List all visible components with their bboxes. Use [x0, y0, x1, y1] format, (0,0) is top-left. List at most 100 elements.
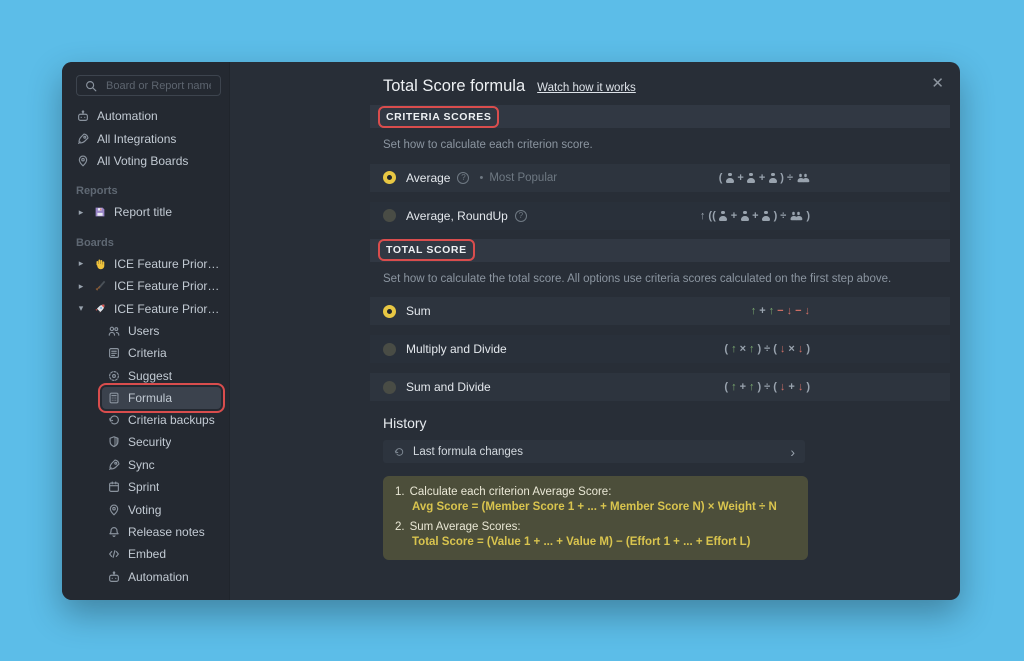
- radio-unselected-icon[interactable]: [383, 343, 396, 356]
- sidebar-item-label: Criteria: [128, 346, 167, 360]
- formula-text: ): [806, 210, 810, 222]
- option-formula: (++)÷: [719, 172, 810, 184]
- option-row-average[interactable]: Average?•Most Popular(++)÷: [370, 164, 950, 192]
- board-search[interactable]: [76, 75, 221, 96]
- down-arrow-icon: ↓: [780, 343, 786, 355]
- sidebar-item-automation[interactable]: Automation: [76, 105, 221, 127]
- sidebar-section-reports: Reports: [76, 181, 221, 201]
- option-formula: (↑×↑)÷(↓×↓): [724, 343, 810, 355]
- backups-icon: [107, 413, 121, 427]
- sidebar-item-label: Sprint: [128, 480, 159, 494]
- option-label: Average: [406, 171, 450, 185]
- note-formula: Avg Score = (Member Score 1 + ... + Memb…: [412, 500, 796, 515]
- person-icon: [747, 173, 756, 183]
- sidebar-item-release-notes[interactable]: Release notes: [107, 521, 221, 543]
- sidebar-item-automation[interactable]: Automation: [107, 566, 221, 588]
- sidebar-item-label: ICE Feature Prioritie...: [114, 257, 221, 271]
- radio-unselected-icon[interactable]: [383, 209, 396, 222]
- sidebar-item-voting[interactable]: Voting: [107, 498, 221, 520]
- page-title: Total Score formula: [383, 77, 525, 96]
- note-formula: Total Score = (Value 1 + ... + Value M) …: [412, 535, 796, 550]
- help-icon[interactable]: ?: [515, 210, 527, 222]
- sidebar-item-label: ICE Feature Prioritie...: [114, 279, 221, 293]
- sidebar-item-users[interactable]: Users: [107, 320, 221, 342]
- sidebar-item-ice-feature-prioritie[interactable]: ▾ICE Feature Prioritie...: [76, 297, 221, 319]
- formula-text: ): [774, 210, 778, 222]
- sidebar-item-label: Formula: [128, 391, 172, 405]
- sidebar-item-embed[interactable]: Embed: [107, 543, 221, 565]
- formula-text: ÷: [787, 172, 793, 184]
- suggest-icon: [107, 369, 121, 383]
- radio-selected-icon[interactable]: [383, 171, 396, 184]
- sidebar-item-all-voting-boards[interactable]: All Voting Boards: [76, 150, 221, 172]
- sidebar-item-sync[interactable]: Sync: [107, 454, 221, 476]
- formula-text: ÷: [780, 210, 786, 222]
- formula-text: ): [758, 343, 762, 355]
- note-number: 2.: [395, 520, 405, 535]
- help-icon[interactable]: ?: [457, 172, 469, 184]
- sidebar-item-label: Suggest: [128, 369, 172, 383]
- formula-text: +: [788, 381, 794, 393]
- up-arrow-icon: ↑: [731, 343, 737, 355]
- sidebar-item-label: Criteria backups: [128, 413, 215, 427]
- sidebar-item-formula[interactable]: Formula: [102, 387, 221, 409]
- option-label: Sum: [406, 304, 431, 318]
- sidebar-item-ice-feature-prioritie[interactable]: ▸ ICE Feature Prioritie...: [76, 275, 221, 297]
- option-label: Multiply and Divide: [406, 342, 507, 356]
- sidebar-item-sprint[interactable]: Sprint: [107, 476, 221, 498]
- option-formula: ↑+↑−↓−↓: [751, 305, 810, 317]
- sidebar: Automation All Integrations All Voting Boa…: [62, 62, 230, 600]
- sidebar-item-label: All Integrations: [97, 132, 176, 146]
- formula-text: ): [780, 172, 784, 184]
- section-header-total-score: TOTAL SCORE: [370, 239, 950, 262]
- option-row-average-roundup[interactable]: Average, RoundUp? ↑((++)÷): [370, 202, 950, 230]
- history-title: History: [383, 415, 950, 431]
- sidebar-item-label: All Voting Boards: [97, 154, 188, 168]
- sidebar-item-all-integrations[interactable]: All Integrations: [76, 127, 221, 149]
- sidebar-item-criteria[interactable]: Criteria: [107, 342, 221, 364]
- sidebar-item-label: Automation: [128, 570, 189, 584]
- caret-right-icon[interactable]: ▸: [76, 207, 86, 218]
- sidebar-item-label: Users: [128, 324, 159, 338]
- last-formula-changes-row[interactable]: Last formula changes ›: [383, 440, 805, 463]
- sidebar-item-ice-feature-prioritie[interactable]: ▸ ICE Feature Prioritie...: [76, 253, 221, 275]
- sidebar-item-report-title[interactable]: ▸Report title: [76, 201, 221, 223]
- sidebar-item-label: Security: [128, 435, 171, 449]
- down-arrow-icon: ↓: [805, 305, 811, 317]
- option-row-multiply-and-divide[interactable]: Multiply and Divide (↑×↑)÷(↓×↓): [370, 335, 950, 363]
- caret-right-icon[interactable]: ▸: [76, 258, 86, 269]
- option-row-sum-and-divide[interactable]: Sum and Divide(↑+↑)÷(↓+↓): [370, 373, 950, 401]
- watch-how-it-works-link[interactable]: Watch how it works: [537, 82, 636, 94]
- search-input[interactable]: [104, 79, 213, 93]
- integrations-icon: [76, 132, 90, 146]
- option-formula: ↑((++)÷): [700, 210, 810, 222]
- sidebar-item-suggest[interactable]: Suggest: [107, 365, 221, 387]
- minus-operator: −: [777, 305, 783, 317]
- sidebar-section-boards: Boards: [76, 233, 221, 253]
- radio-selected-icon[interactable]: [383, 305, 396, 318]
- sidebar-item-label: Sync: [128, 458, 155, 472]
- dagger-emoji-icon: [93, 279, 107, 293]
- most-popular-badge: Most Popular: [489, 172, 557, 184]
- people-icon: [789, 211, 803, 221]
- close-icon[interactable]: ✕: [931, 74, 944, 92]
- history-row-label: Last formula changes: [413, 446, 523, 458]
- option-row-sum[interactable]: Sum↑+↑−↓−↓: [370, 297, 950, 325]
- sidebar-item-security[interactable]: Security: [107, 431, 221, 453]
- section-description: Set how to calculate the total score. Al…: [383, 272, 928, 288]
- option-label: Average, RoundUp: [406, 209, 508, 223]
- up-arrow-icon: ↑: [749, 343, 755, 355]
- caret-down-icon[interactable]: ▾: [76, 303, 86, 314]
- note-text: Sum Average Scores:: [410, 520, 521, 535]
- sidebar-item-criteria-backups[interactable]: Criteria backups: [107, 409, 221, 431]
- security-icon: [107, 435, 121, 449]
- caret-right-icon[interactable]: ▸: [76, 281, 86, 292]
- formula-text: ÷: [764, 343, 770, 355]
- people-icon: [796, 173, 810, 183]
- radio-unselected-icon[interactable]: [383, 381, 396, 394]
- down-arrow-icon: ↓: [787, 305, 793, 317]
- up-arrow-icon: ↑: [751, 305, 757, 317]
- formula-text: ÷: [764, 381, 770, 393]
- formula-text: ): [758, 381, 762, 393]
- voting-icon: [107, 503, 121, 517]
